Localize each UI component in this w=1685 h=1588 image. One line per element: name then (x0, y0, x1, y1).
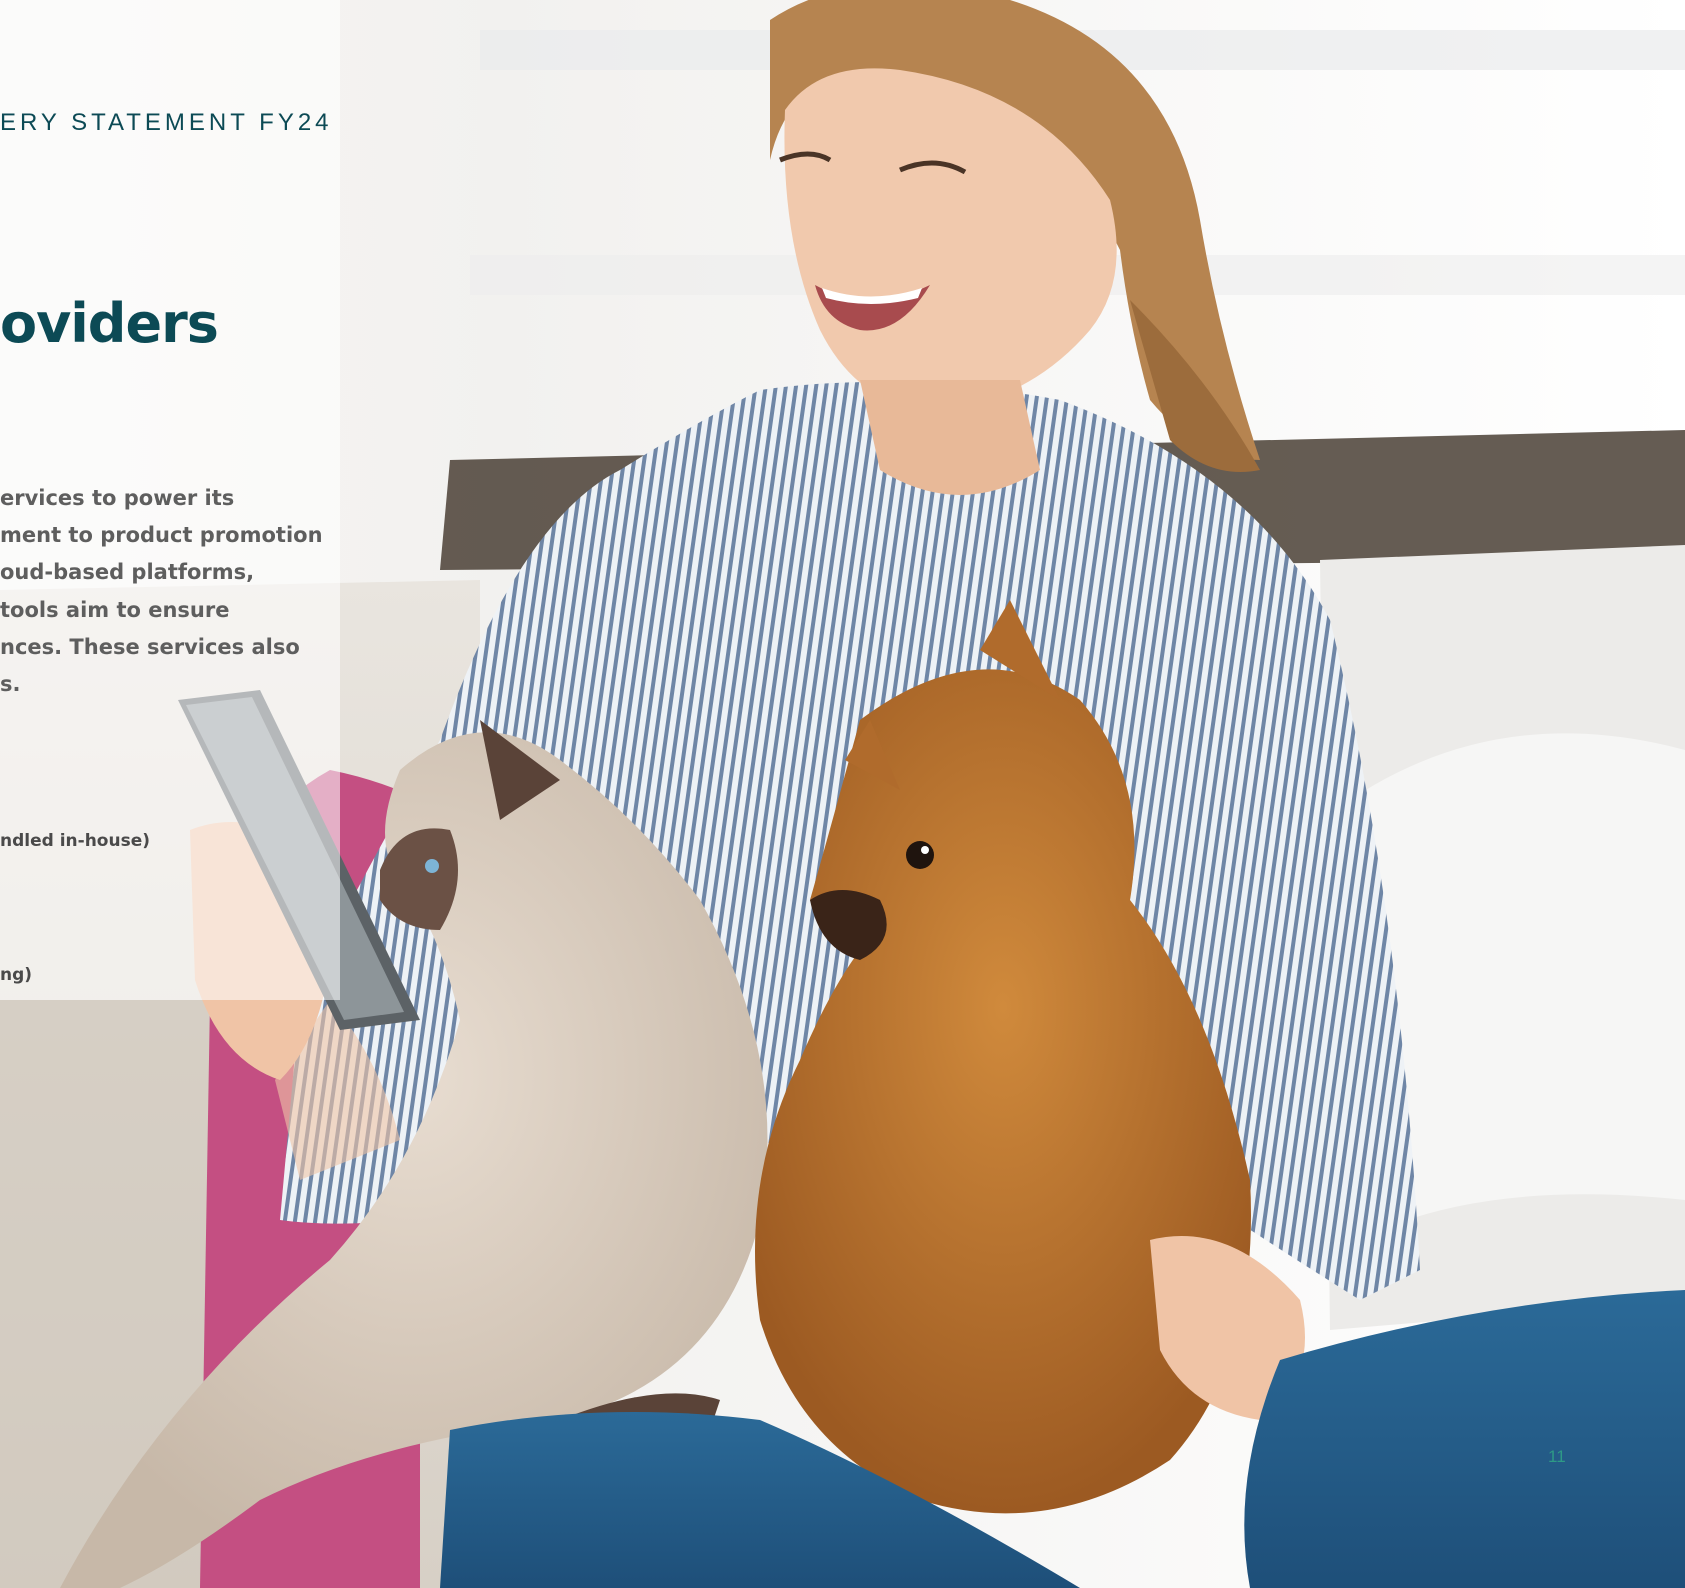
paragraph-line: ervices to power its (0, 486, 235, 510)
list-item: ndled in-house) (0, 831, 151, 851)
list-item: ng) (0, 965, 33, 985)
paragraph-line: ment to product promotion (0, 523, 323, 547)
section-heading: oviders (0, 292, 219, 355)
paragraph-line: s. (0, 672, 21, 696)
paragraph-line: nces. These services also (0, 635, 300, 659)
paragraph-line: oud-based platforms, (0, 560, 255, 584)
hero-photo (0, 0, 1685, 1588)
document-header-title: ERY STATEMENT FY24 (0, 109, 333, 136)
paragraph-line: tools aim to ensure (0, 598, 230, 622)
page-number: 11 (1548, 1447, 1566, 1466)
